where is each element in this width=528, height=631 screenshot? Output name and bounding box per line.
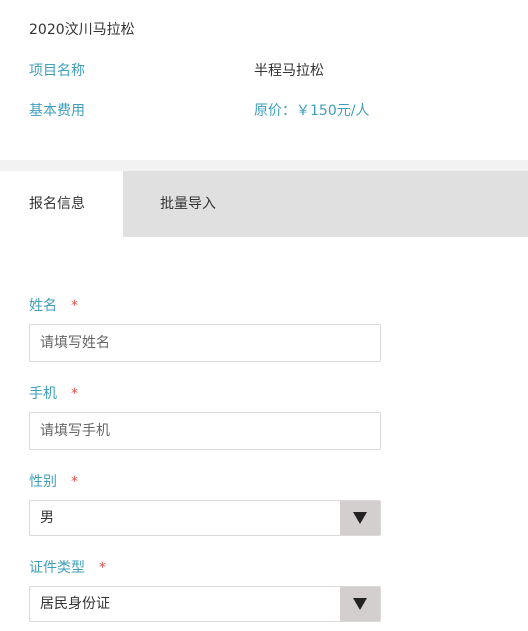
id-type-label-text: 证件类型: [29, 560, 85, 576]
id-type-select[interactable]: 居民身份证: [29, 586, 381, 622]
required-mark: *: [99, 560, 106, 576]
id-type-dropdown-button[interactable]: [340, 587, 380, 621]
required-mark: *: [71, 386, 78, 402]
phone-input[interactable]: [29, 412, 381, 450]
project-name-label: 项目名称: [29, 63, 85, 79]
base-fee-label: 基本费用: [29, 103, 85, 119]
gender-select[interactable]: 男: [29, 500, 381, 536]
gender-field-label: 性别 *: [29, 471, 78, 491]
required-mark: *: [71, 474, 78, 490]
triangle-down-icon: [353, 512, 367, 524]
gender-dropdown-button[interactable]: [340, 501, 380, 535]
gender-selected-value: 男: [40, 510, 54, 526]
section-divider: [0, 160, 528, 171]
event-title: 2020汶川马拉松: [29, 22, 135, 38]
project-name-value: 半程马拉松: [254, 63, 324, 79]
name-field-label: 姓名 *: [29, 295, 78, 315]
name-input[interactable]: [29, 324, 381, 362]
triangle-down-icon: [353, 598, 367, 610]
tab-signup-info[interactable]: 报名信息: [0, 171, 123, 237]
id-type-selected-value: 居民身份证: [40, 596, 110, 612]
name-label-text: 姓名: [29, 298, 57, 314]
tab-bar: 报名信息 批量导入: [0, 171, 528, 237]
phone-field-label: 手机 *: [29, 383, 78, 403]
id-type-field-label: 证件类型 *: [29, 557, 106, 577]
event-info-panel: 2020汶川马拉松 项目名称 半程马拉松 基本费用 原价：￥150元/人: [0, 0, 528, 160]
base-fee-value: 原价：￥150元/人: [254, 103, 370, 119]
registration-form: 姓名 * 手机 * 性别 * 男 证件类型 * 居民身份证: [0, 237, 528, 631]
required-mark: *: [71, 298, 78, 314]
gender-label-text: 性别: [29, 474, 57, 490]
phone-label-text: 手机: [29, 386, 57, 402]
tab-batch-import[interactable]: 批量导入: [123, 171, 528, 237]
